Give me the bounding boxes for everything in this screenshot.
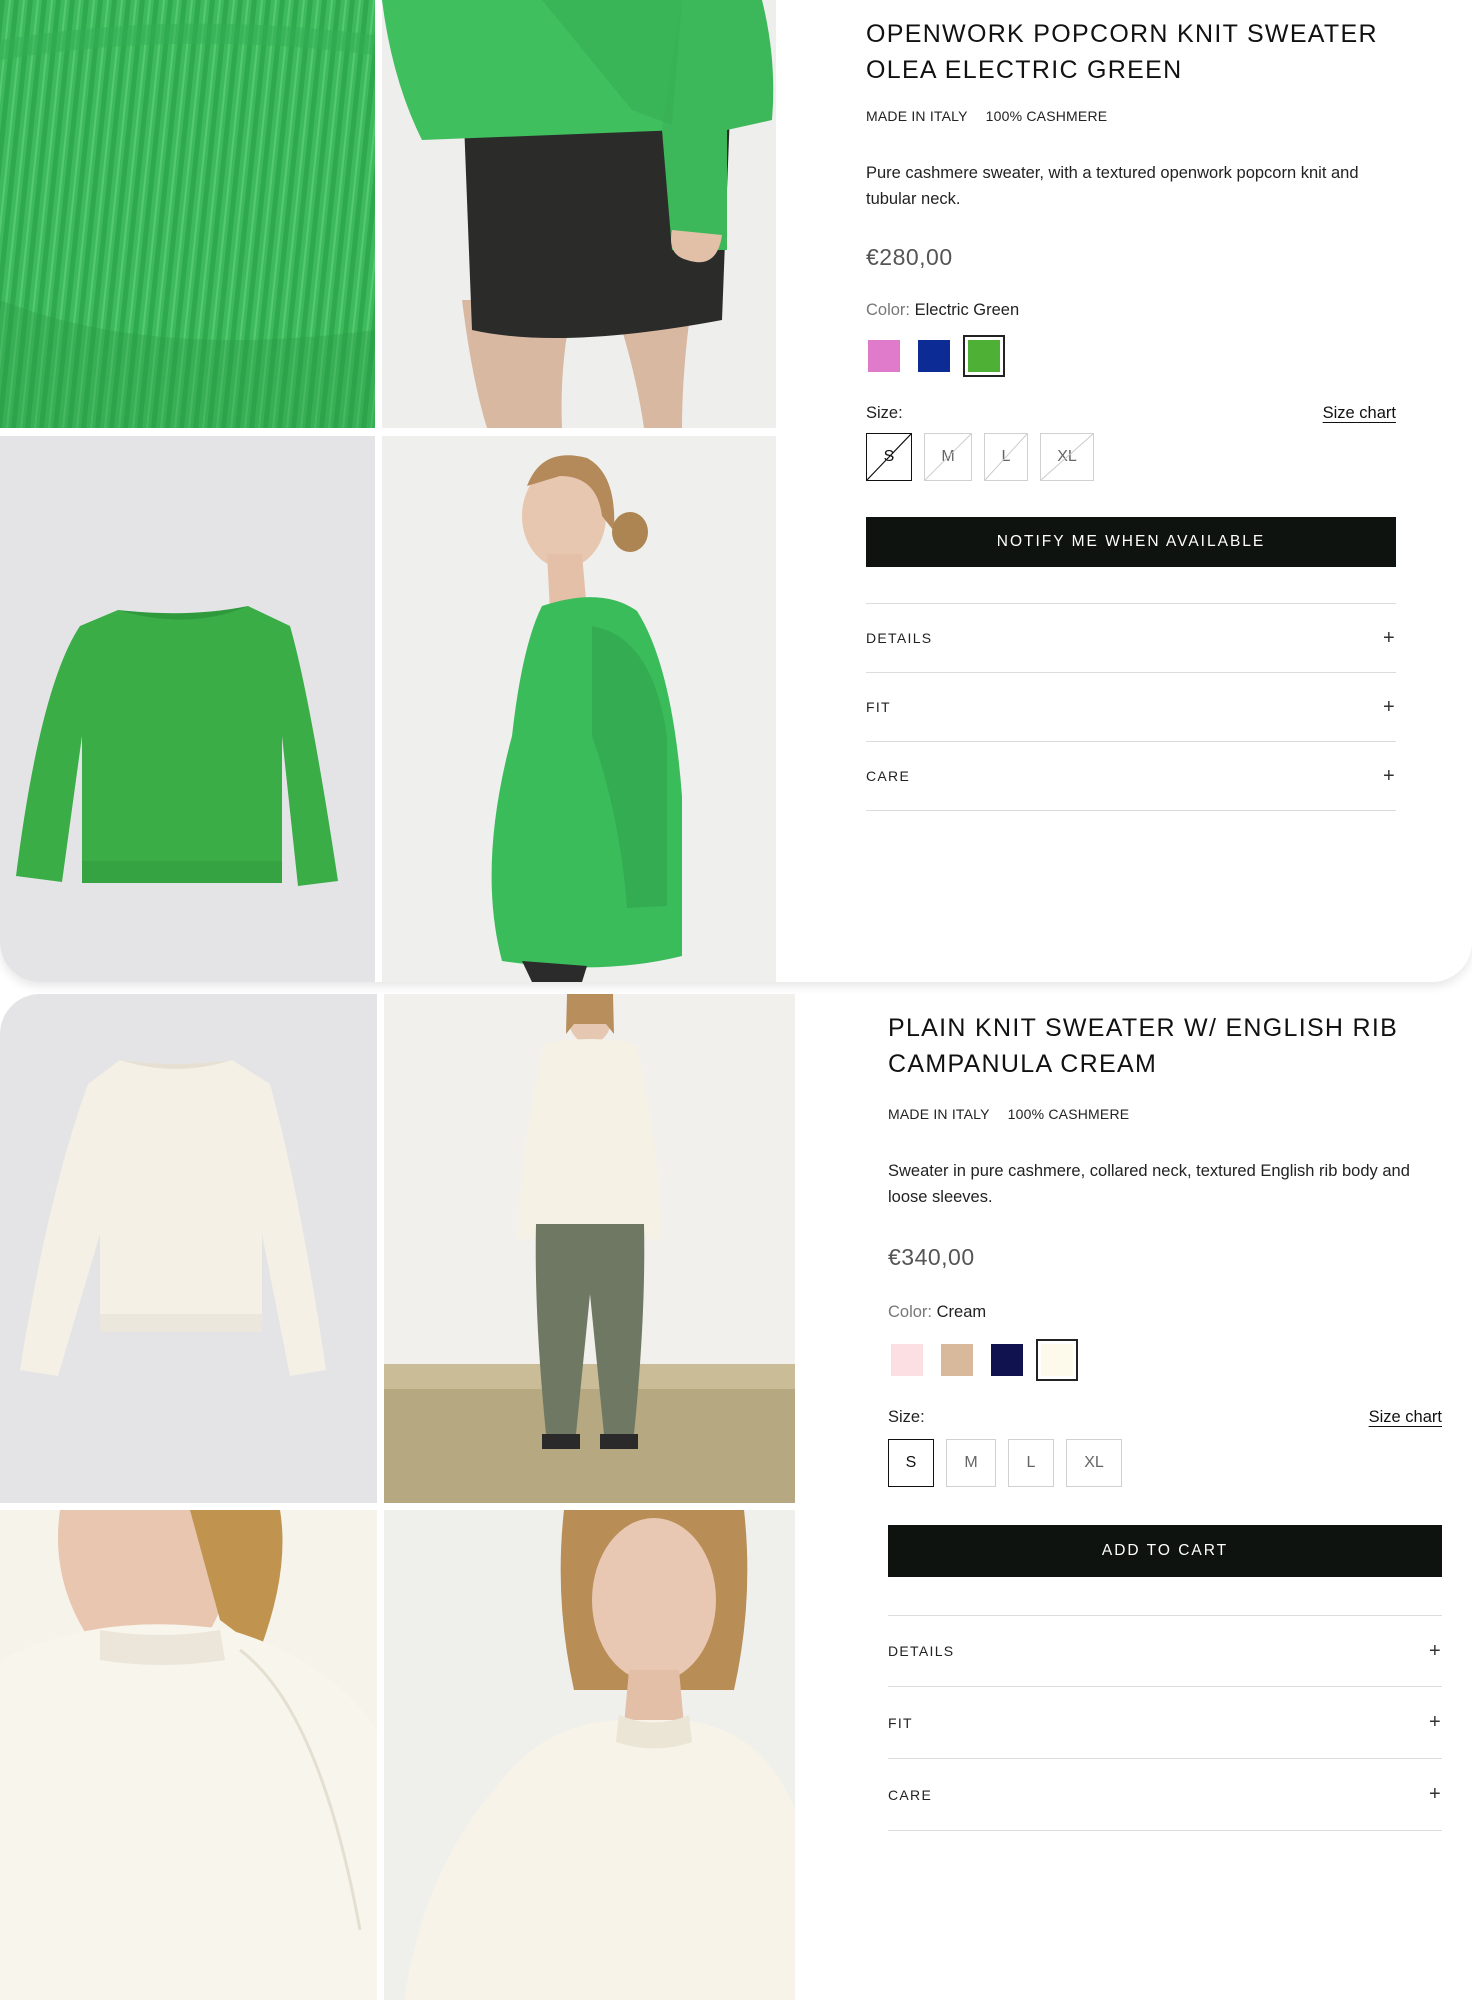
product-image-model-full[interactable] xyxy=(384,994,795,1503)
unavailable-strike-icon xyxy=(1041,434,1093,480)
accordion-details-label: DETAILS xyxy=(888,1643,955,1659)
size-header: Size: Size chart xyxy=(888,1408,1442,1427)
size-chart-link[interactable]: Size chart xyxy=(1369,1408,1442,1427)
color-label: Color: xyxy=(866,301,911,319)
color-selection-label: Color: Cream xyxy=(888,1303,1442,1322)
plus-icon: + xyxy=(1383,626,1396,649)
size-l-button[interactable]: L xyxy=(1008,1439,1054,1487)
swatch-blue[interactable] xyxy=(918,340,950,372)
size-m-button[interactable]: M xyxy=(946,1439,996,1487)
product-tags: MADE IN ITALY 100% CASHMERE xyxy=(888,1106,1442,1122)
unavailable-strike-icon xyxy=(985,434,1027,480)
size-label: Size: xyxy=(888,1408,925,1426)
tag-cashmere: 100% CASHMERE xyxy=(1007,1106,1130,1122)
tag-cashmere: 100% CASHMERE xyxy=(985,108,1108,124)
size-label: Size: xyxy=(866,404,903,422)
size-l-button[interactable]: L xyxy=(984,433,1028,481)
color-swatches xyxy=(866,335,1396,377)
product-image-knit-closeup[interactable] xyxy=(0,0,375,428)
swatch-green[interactable] xyxy=(963,335,1005,377)
swatch-light-pink[interactable] xyxy=(891,1344,923,1376)
accordion-care-label: CARE xyxy=(866,768,911,784)
size-header: Size: Size chart xyxy=(866,404,1396,423)
accordion-fit-label: FIT xyxy=(866,699,891,715)
accordion-details[interactable]: DETAILS + xyxy=(888,1616,1442,1687)
product-image-flatlay[interactable] xyxy=(0,994,377,1503)
product-title: OPENWORK POPCORN KNIT SWEATER OLEA ELECT… xyxy=(866,20,1378,84)
plus-icon: + xyxy=(1383,695,1396,718)
accordion-details[interactable]: DETAILS + xyxy=(866,604,1396,673)
notify-me-button[interactable]: NOTIFY ME WHEN AVAILABLE xyxy=(866,517,1396,567)
tag-made-in-italy: MADE IN ITALY xyxy=(866,108,968,124)
product-image-model-portrait[interactable] xyxy=(384,1510,795,2000)
swatch-navy[interactable] xyxy=(991,1344,1023,1376)
swatch-beige[interactable] xyxy=(941,1344,973,1376)
accordion-details-label: DETAILS xyxy=(866,630,933,646)
color-swatches xyxy=(888,1339,1442,1381)
tag-made-in-italy: MADE IN ITALY xyxy=(888,1106,990,1122)
plus-icon: + xyxy=(1429,1639,1442,1662)
product-description: Sweater in pure cashmere, collared neck,… xyxy=(888,1162,1410,1206)
size-xl-button[interactable]: XL xyxy=(1040,433,1094,481)
product-card-green-sweater: OPENWORK POPCORN KNIT SWEATER OLEA ELECT… xyxy=(0,0,1472,982)
product-accordion: DETAILS + FIT + CARE + xyxy=(866,603,1396,811)
size-options: S M L XL xyxy=(866,433,1396,481)
product-image-model-detail[interactable] xyxy=(382,0,776,428)
product-card-cream-sweater: PLAIN KNIT SWEATER W/ ENGLISH RIB CAMPAN… xyxy=(0,994,1472,2000)
add-to-cart-button[interactable]: ADD TO CART xyxy=(888,1525,1442,1577)
color-selection-label: Color: Electric Green xyxy=(866,301,1396,320)
product-description: Pure cashmere sweater, with a textured o… xyxy=(866,164,1359,208)
size-m-button[interactable]: M xyxy=(924,433,972,481)
plus-icon: + xyxy=(1383,764,1396,787)
unavailable-strike-icon xyxy=(925,434,971,480)
accordion-care-label: CARE xyxy=(888,1786,933,1803)
accordion-fit[interactable]: FIT + xyxy=(866,673,1396,742)
product-image-neck-closeup[interactable] xyxy=(0,1510,377,2000)
product-price: €280,00 xyxy=(866,244,953,270)
accordion-fit-label: FIT xyxy=(888,1714,913,1731)
product-accordion: DETAILS + FIT + CARE + xyxy=(888,1615,1442,1831)
swatch-cream[interactable] xyxy=(1036,1339,1078,1381)
product-title: PLAIN KNIT SWEATER W/ ENGLISH RIB CAMPAN… xyxy=(888,1014,1399,1078)
color-value: Cream xyxy=(936,1303,987,1321)
unavailable-strike-icon xyxy=(867,434,911,480)
accordion-care[interactable]: CARE + xyxy=(866,742,1396,811)
accordion-fit[interactable]: FIT + xyxy=(888,1687,1442,1759)
swatch-pink[interactable] xyxy=(868,340,900,372)
size-s-button[interactable]: S xyxy=(888,1439,934,1487)
size-chart-link[interactable]: Size chart xyxy=(1323,404,1396,423)
product-image-flatlay[interactable] xyxy=(0,436,375,982)
product-price: €340,00 xyxy=(888,1244,975,1270)
color-label: Color: xyxy=(888,1303,933,1321)
product-info-panel: PLAIN KNIT SWEATER W/ ENGLISH RIB CAMPAN… xyxy=(888,1010,1442,1831)
product-image-model-side[interactable] xyxy=(382,436,776,982)
size-s-button[interactable]: S xyxy=(866,433,912,481)
plus-icon: + xyxy=(1429,1783,1442,1805)
product-tags: MADE IN ITALY 100% CASHMERE xyxy=(866,108,1396,124)
product-info-panel: OPENWORK POPCORN KNIT SWEATER OLEA ELECT… xyxy=(866,16,1396,811)
accordion-care[interactable]: CARE + xyxy=(888,1759,1442,1831)
size-options: S M L XL xyxy=(888,1439,1442,1487)
plus-icon: + xyxy=(1429,1711,1442,1733)
size-xl-button[interactable]: XL xyxy=(1066,1439,1122,1487)
color-value: Electric Green xyxy=(914,301,1020,319)
